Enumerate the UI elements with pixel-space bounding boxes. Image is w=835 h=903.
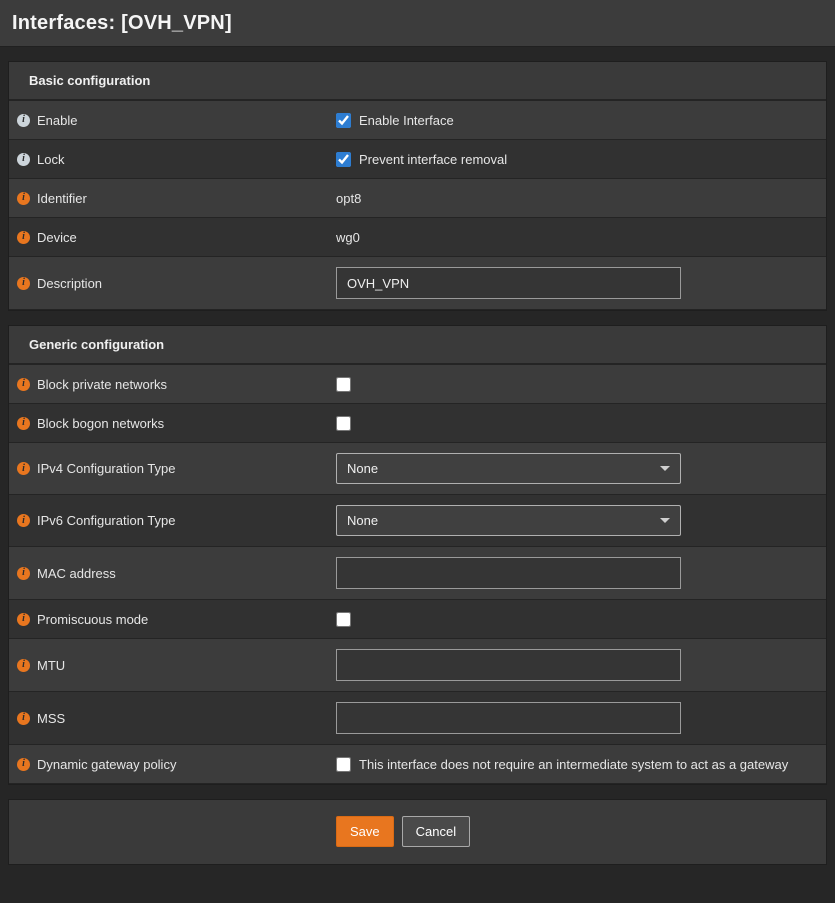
mac-address-label-cell: MAC address — [17, 566, 336, 581]
info-icon — [17, 378, 30, 391]
promiscuous-mode-label: Promiscuous mode — [37, 612, 148, 627]
ipv4-configuration-select[interactable]: None — [336, 453, 681, 484]
mac-address-input[interactable] — [336, 557, 681, 589]
promiscuous-mode-row: Promiscuous mode — [9, 600, 826, 639]
block-private-label: Block private networks — [37, 377, 167, 392]
description-label-cell: Description — [17, 276, 336, 291]
block-private-label-cell: Block private networks — [17, 377, 336, 392]
ipv4-configuration-row: IPv4 Configuration Type None — [9, 443, 826, 495]
device-value: wg0 — [336, 230, 360, 245]
block-private-checkbox[interactable] — [336, 377, 351, 392]
dynamic-gateway-row: Dynamic gateway policy This interface do… — [9, 745, 826, 784]
generic-configuration-panel: Generic configuration Block private netw… — [8, 325, 827, 785]
info-icon — [17, 417, 30, 430]
page-title: Interfaces: [OVH_VPN] — [12, 12, 232, 35]
dynamic-gateway-checkbox[interactable] — [336, 757, 351, 772]
enable-checkbox-label[interactable]: Enable Interface — [336, 113, 454, 128]
enable-row: Enable Enable Interface — [9, 101, 826, 140]
ipv6-configuration-selected-value: None — [347, 513, 378, 528]
main-content: Basic configuration Enable Enable Interf… — [0, 47, 835, 865]
device-label-cell: Device — [17, 230, 336, 245]
info-icon — [17, 192, 30, 205]
identifier-value: opt8 — [336, 191, 361, 206]
enable-checkbox[interactable] — [336, 113, 351, 128]
info-icon — [17, 153, 30, 166]
lock-checkbox[interactable] — [336, 152, 351, 167]
ipv6-configuration-label-cell: IPv6 Configuration Type — [17, 513, 336, 528]
action-buttons-panel: Save Cancel — [8, 799, 827, 865]
info-icon — [17, 462, 30, 475]
lock-label-cell: Lock — [17, 152, 336, 167]
block-bogon-label: Block bogon networks — [37, 416, 164, 431]
mss-label-cell: MSS — [17, 711, 336, 726]
ipv6-configuration-row: IPv6 Configuration Type None — [9, 495, 826, 547]
lock-checkbox-text: Prevent interface removal — [359, 152, 507, 167]
dynamic-gateway-label: Dynamic gateway policy — [37, 757, 176, 772]
lock-label: Lock — [37, 152, 64, 167]
mss-row: MSS — [9, 692, 826, 745]
basic-configuration-title: Basic configuration — [9, 62, 826, 101]
block-private-row: Block private networks — [9, 365, 826, 404]
ipv6-configuration-label: IPv6 Configuration Type — [37, 513, 176, 528]
mss-label: MSS — [37, 711, 65, 726]
mss-input[interactable] — [336, 702, 681, 734]
info-icon — [17, 613, 30, 626]
promiscuous-mode-label-cell: Promiscuous mode — [17, 612, 336, 627]
generic-configuration-title: Generic configuration — [9, 326, 826, 365]
info-icon — [17, 231, 30, 244]
info-icon — [17, 514, 30, 527]
info-icon — [17, 659, 30, 672]
description-input[interactable] — [336, 267, 681, 299]
dynamic-gateway-checkbox-label[interactable]: This interface does not require an inter… — [336, 757, 788, 772]
basic-configuration-panel: Basic configuration Enable Enable Interf… — [8, 61, 827, 311]
enable-label-cell: Enable — [17, 113, 336, 128]
device-label: Device — [37, 230, 77, 245]
ipv6-configuration-select[interactable]: None — [336, 505, 681, 536]
dynamic-gateway-label-cell: Dynamic gateway policy — [17, 757, 336, 772]
chevron-down-icon — [660, 466, 670, 471]
page-header: Interfaces: [OVH_VPN] — [0, 0, 835, 47]
info-icon — [17, 758, 30, 771]
mac-address-label: MAC address — [37, 566, 116, 581]
mtu-label: MTU — [37, 658, 65, 673]
mtu-row: MTU — [9, 639, 826, 692]
chevron-down-icon — [660, 518, 670, 523]
block-bogon-checkbox[interactable] — [336, 416, 351, 431]
lock-row: Lock Prevent interface removal — [9, 140, 826, 179]
enable-label: Enable — [37, 113, 77, 128]
block-bogon-row: Block bogon networks — [9, 404, 826, 443]
mtu-label-cell: MTU — [17, 658, 336, 673]
description-label: Description — [37, 276, 102, 291]
device-row: Device wg0 — [9, 218, 826, 257]
save-button[interactable]: Save — [336, 816, 394, 847]
ipv4-configuration-label: IPv4 Configuration Type — [37, 461, 176, 476]
cancel-button[interactable]: Cancel — [402, 816, 470, 847]
info-icon — [17, 712, 30, 725]
ipv4-configuration-label-cell: IPv4 Configuration Type — [17, 461, 336, 476]
mtu-input[interactable] — [336, 649, 681, 681]
enable-checkbox-text: Enable Interface — [359, 113, 454, 128]
dynamic-gateway-checkbox-text: This interface does not require an inter… — [359, 757, 788, 772]
description-row: Description — [9, 257, 826, 310]
identifier-label-cell: Identifier — [17, 191, 336, 206]
info-icon — [17, 567, 30, 580]
lock-checkbox-label[interactable]: Prevent interface removal — [336, 152, 507, 167]
mac-address-row: MAC address — [9, 547, 826, 600]
promiscuous-mode-checkbox[interactable] — [336, 612, 351, 627]
ipv4-configuration-selected-value: None — [347, 461, 378, 476]
identifier-label: Identifier — [37, 191, 87, 206]
info-icon — [17, 277, 30, 290]
identifier-row: Identifier opt8 — [9, 179, 826, 218]
block-bogon-label-cell: Block bogon networks — [17, 416, 336, 431]
info-icon — [17, 114, 30, 127]
